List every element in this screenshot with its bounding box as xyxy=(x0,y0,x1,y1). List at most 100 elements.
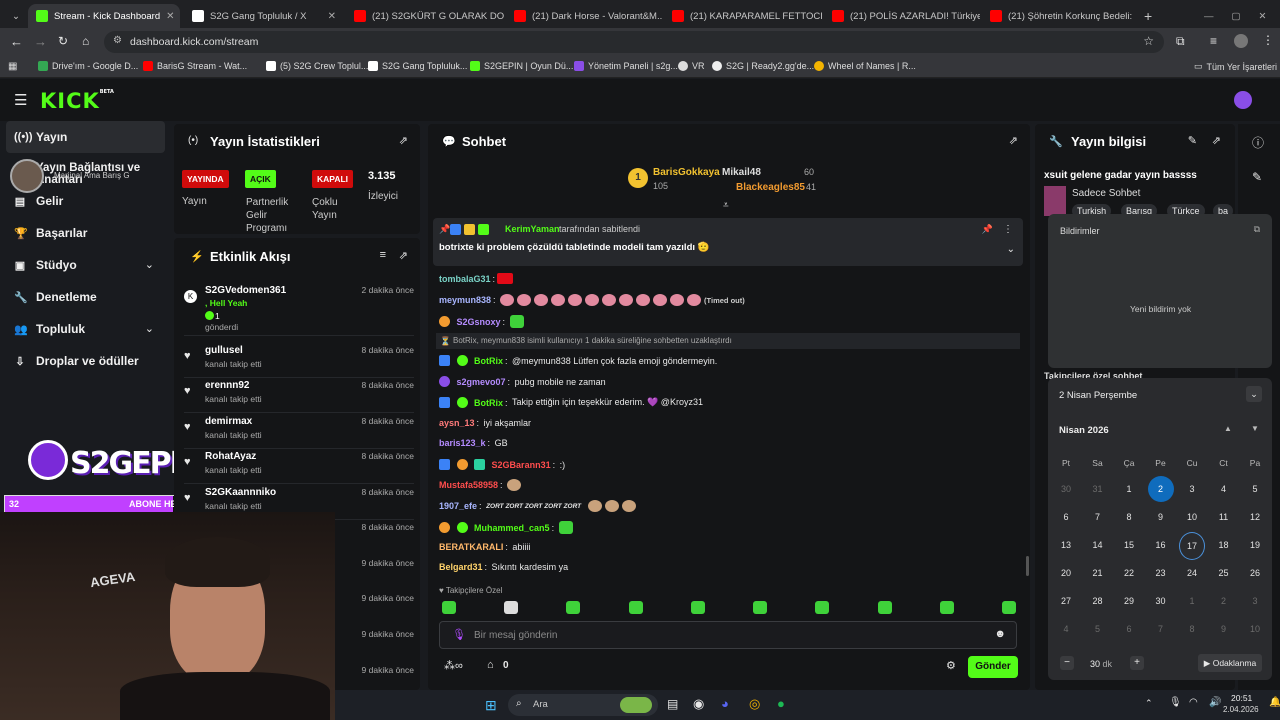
calendar-day[interactable]: 6 xyxy=(1113,616,1145,642)
discord-icon[interactable]: ◕ xyxy=(721,696,729,711)
calendar-day[interactable]: 3 xyxy=(1176,476,1208,502)
chevron-down-icon[interactable]: ⌄ xyxy=(145,258,154,271)
calendar-day[interactable]: 26 xyxy=(1239,560,1271,586)
volume-icon[interactable]: 🔊 xyxy=(1209,697,1221,708)
more-icon[interactable]: ⋮ xyxy=(1003,224,1013,235)
bookmark-star-icon[interactable]: ☆ xyxy=(1143,34,1154,48)
emote-icon[interactable] xyxy=(815,601,830,614)
calendar-day[interactable]: 3 xyxy=(1239,588,1271,614)
windows-start-icon[interactable]: ⊞ xyxy=(485,697,497,714)
tray-chevron-icon[interactable]: ⌃ xyxy=(1145,698,1153,709)
mic-icon[interactable]: 🎙 xyxy=(1169,697,1182,708)
bookmark-ready2gg[interactable]: S2G | Ready2.gg'de... xyxy=(712,61,814,71)
bookmark-yonetim[interactable]: Yönetim Paneli | s2g... xyxy=(574,61,678,71)
browser-menu-icon[interactable]: ⋮ xyxy=(1262,33,1274,47)
sidebar-item-denetleme[interactable]: 🔧 Denetleme xyxy=(14,290,97,304)
calendar-day[interactable]: 8 xyxy=(1176,616,1208,642)
close-tab-icon[interactable]: ✕ xyxy=(328,11,336,22)
emote-icon[interactable] xyxy=(690,601,705,614)
filter-icon[interactable]: ≡ xyxy=(380,249,386,261)
collapse-icon[interactable]: ⩡ xyxy=(723,200,729,211)
calendar-day[interactable]: 15 xyxy=(1113,532,1145,558)
popout-icon[interactable]: ⇗ xyxy=(399,134,408,147)
tab-youtube-5[interactable]: (21) Şöhretin Korkunç Bedeli: J... xyxy=(982,4,1132,28)
info-icon[interactable]: ⓘ xyxy=(1252,134,1264,151)
emote-icon[interactable] xyxy=(566,601,581,614)
calendar-day[interactable]: 10 xyxy=(1176,504,1208,530)
bookmark-s2gepin[interactable]: S2GEPIN | Oyun Dü... xyxy=(470,61,573,71)
chrome-icon[interactable]: ◎ xyxy=(749,696,760,712)
calendar-day[interactable]: 10 xyxy=(1239,616,1271,642)
calendar-day[interactable]: 19 xyxy=(1239,532,1271,558)
calendar-day[interactable]: 30 xyxy=(1145,588,1177,614)
next-month-icon[interactable]: ▼ xyxy=(1251,424,1259,433)
emote-icon[interactable] xyxy=(1001,601,1016,614)
calendar-day[interactable]: 6 xyxy=(1050,504,1082,530)
calendar-day[interactable]: 2 xyxy=(1208,588,1240,614)
focus-button[interactable]: ▶ Odaklanma xyxy=(1198,654,1262,672)
calendar-day[interactable]: 12 xyxy=(1239,504,1271,530)
calendar-day[interactable]: 22 xyxy=(1113,560,1145,586)
sidebar-item-gelir[interactable]: ▤ Gelir xyxy=(14,194,64,208)
edit-pencil-icon[interactable]: ✎ xyxy=(1252,170,1262,184)
unpin-icon[interactable]: 📌 xyxy=(982,224,993,235)
apps-icon[interactable]: ▦ xyxy=(8,61,17,72)
calendar-day[interactable]: 25 xyxy=(1208,560,1240,586)
calendar-day[interactable]: 9 xyxy=(1208,616,1240,642)
url-field[interactable]: ⚙ dashboard.kick.com/stream ☆ xyxy=(104,31,1164,53)
calendar-day[interactable]: 5 xyxy=(1239,476,1271,502)
reload-icon[interactable]: ↻ xyxy=(58,34,68,48)
hamburger-menu-icon[interactable]: ☰ xyxy=(14,91,27,109)
tab-youtube-2[interactable]: (21) Dark Horse - Valorant&M... xyxy=(506,4,662,28)
app-icon[interactable]: ◉ xyxy=(693,696,704,712)
calendar-day[interactable]: 31 xyxy=(1082,476,1114,502)
spotify-icon[interactable]: ● xyxy=(777,696,785,711)
microphone-icon[interactable]: 🎙 xyxy=(452,628,466,641)
emote-icon[interactable] xyxy=(753,601,768,614)
forward-icon[interactable]: → xyxy=(34,34,47,49)
emote-icon[interactable] xyxy=(939,601,954,614)
tab-youtube-1[interactable]: (21) S2GKÜRT G OLARAK DOC... xyxy=(346,4,504,28)
calendar-day[interactable]: 1 xyxy=(1113,476,1145,502)
calendar-day[interactable]: 24 xyxy=(1176,560,1208,586)
prev-month-icon[interactable]: ▲ xyxy=(1224,424,1232,433)
tab-x-topluluk[interactable]: S2G Gang Topluluk / X ✕ xyxy=(184,4,344,28)
calendar-day[interactable]: 17 xyxy=(1179,532,1205,560)
store-icon[interactable]: ⌂ xyxy=(487,659,494,671)
calendar-day[interactable]: 18 xyxy=(1208,532,1240,558)
popout-icon[interactable]: ⇗ xyxy=(399,249,408,262)
tab-kick-dashboard[interactable]: Stream - Kick Dashboard ✕ xyxy=(28,4,180,28)
popout-icon[interactable]: ⇗ xyxy=(1009,134,1018,147)
bookmark-drive[interactable]: Drive'ım - Google D... xyxy=(38,61,138,71)
chat-input[interactable]: 🎙 Bir mesaj gönderin ☻ xyxy=(439,621,1017,649)
new-tab-button[interactable]: + xyxy=(1136,4,1156,28)
media-icon[interactable]: ≡ xyxy=(1210,34,1217,48)
sidebar-item-topluluk[interactable]: 👥 Topluluk xyxy=(14,322,85,336)
bookmark-barisg-stream[interactable]: BarisG Stream - Wat... xyxy=(143,61,247,71)
tab-list-button[interactable]: ⌄ xyxy=(4,4,24,28)
sidebar-item-basarilar[interactable]: 🏆 Başarılar xyxy=(14,226,87,240)
drops-icon[interactable]: ⁂∞ xyxy=(444,659,463,672)
wifi-icon[interactable]: ◠ xyxy=(1189,697,1198,708)
edit-pencil-icon[interactable]: ✎ xyxy=(1188,134,1197,147)
settings-gear-icon[interactable]: ⚙ xyxy=(946,659,956,672)
chevron-down-icon[interactable]: ⌄ xyxy=(1007,244,1015,255)
close-tab-icon[interactable]: ✕ xyxy=(166,11,174,22)
notification-bell-icon[interactable]: 🔔 xyxy=(1269,697,1280,708)
sidebar-item-droplar[interactable]: ⇩ Droplar ve ödüller xyxy=(14,354,138,368)
all-bookmarks[interactable]: ▭ Tüm Yer İşaretleri xyxy=(1194,61,1277,72)
profile-avatar[interactable] xyxy=(1234,34,1248,48)
bookmark-vr[interactable]: VR xyxy=(678,61,705,71)
calendar-day[interactable]: 7 xyxy=(1082,504,1114,530)
decrease-focus-button[interactable]: − xyxy=(1060,656,1074,670)
chat-scrollbar[interactable] xyxy=(1026,556,1029,576)
emote-icon[interactable] xyxy=(877,601,892,614)
chevron-down-icon[interactable]: ⌄ xyxy=(145,322,154,335)
calendar-day[interactable]: 21 xyxy=(1082,560,1114,586)
bookmark-s2g-gang[interactable]: S2G Gang Topluluk... xyxy=(368,61,467,71)
taskbar-search[interactable]: ⌕ Ara xyxy=(508,694,658,716)
calendar-day[interactable]: 1 xyxy=(1176,588,1208,614)
calendar-day[interactable]: 11 xyxy=(1208,504,1240,530)
extensions-icon[interactable]: ⧉ xyxy=(1176,34,1185,49)
sidebar-item-studyo[interactable]: ▣ Stüdyo xyxy=(14,258,77,272)
